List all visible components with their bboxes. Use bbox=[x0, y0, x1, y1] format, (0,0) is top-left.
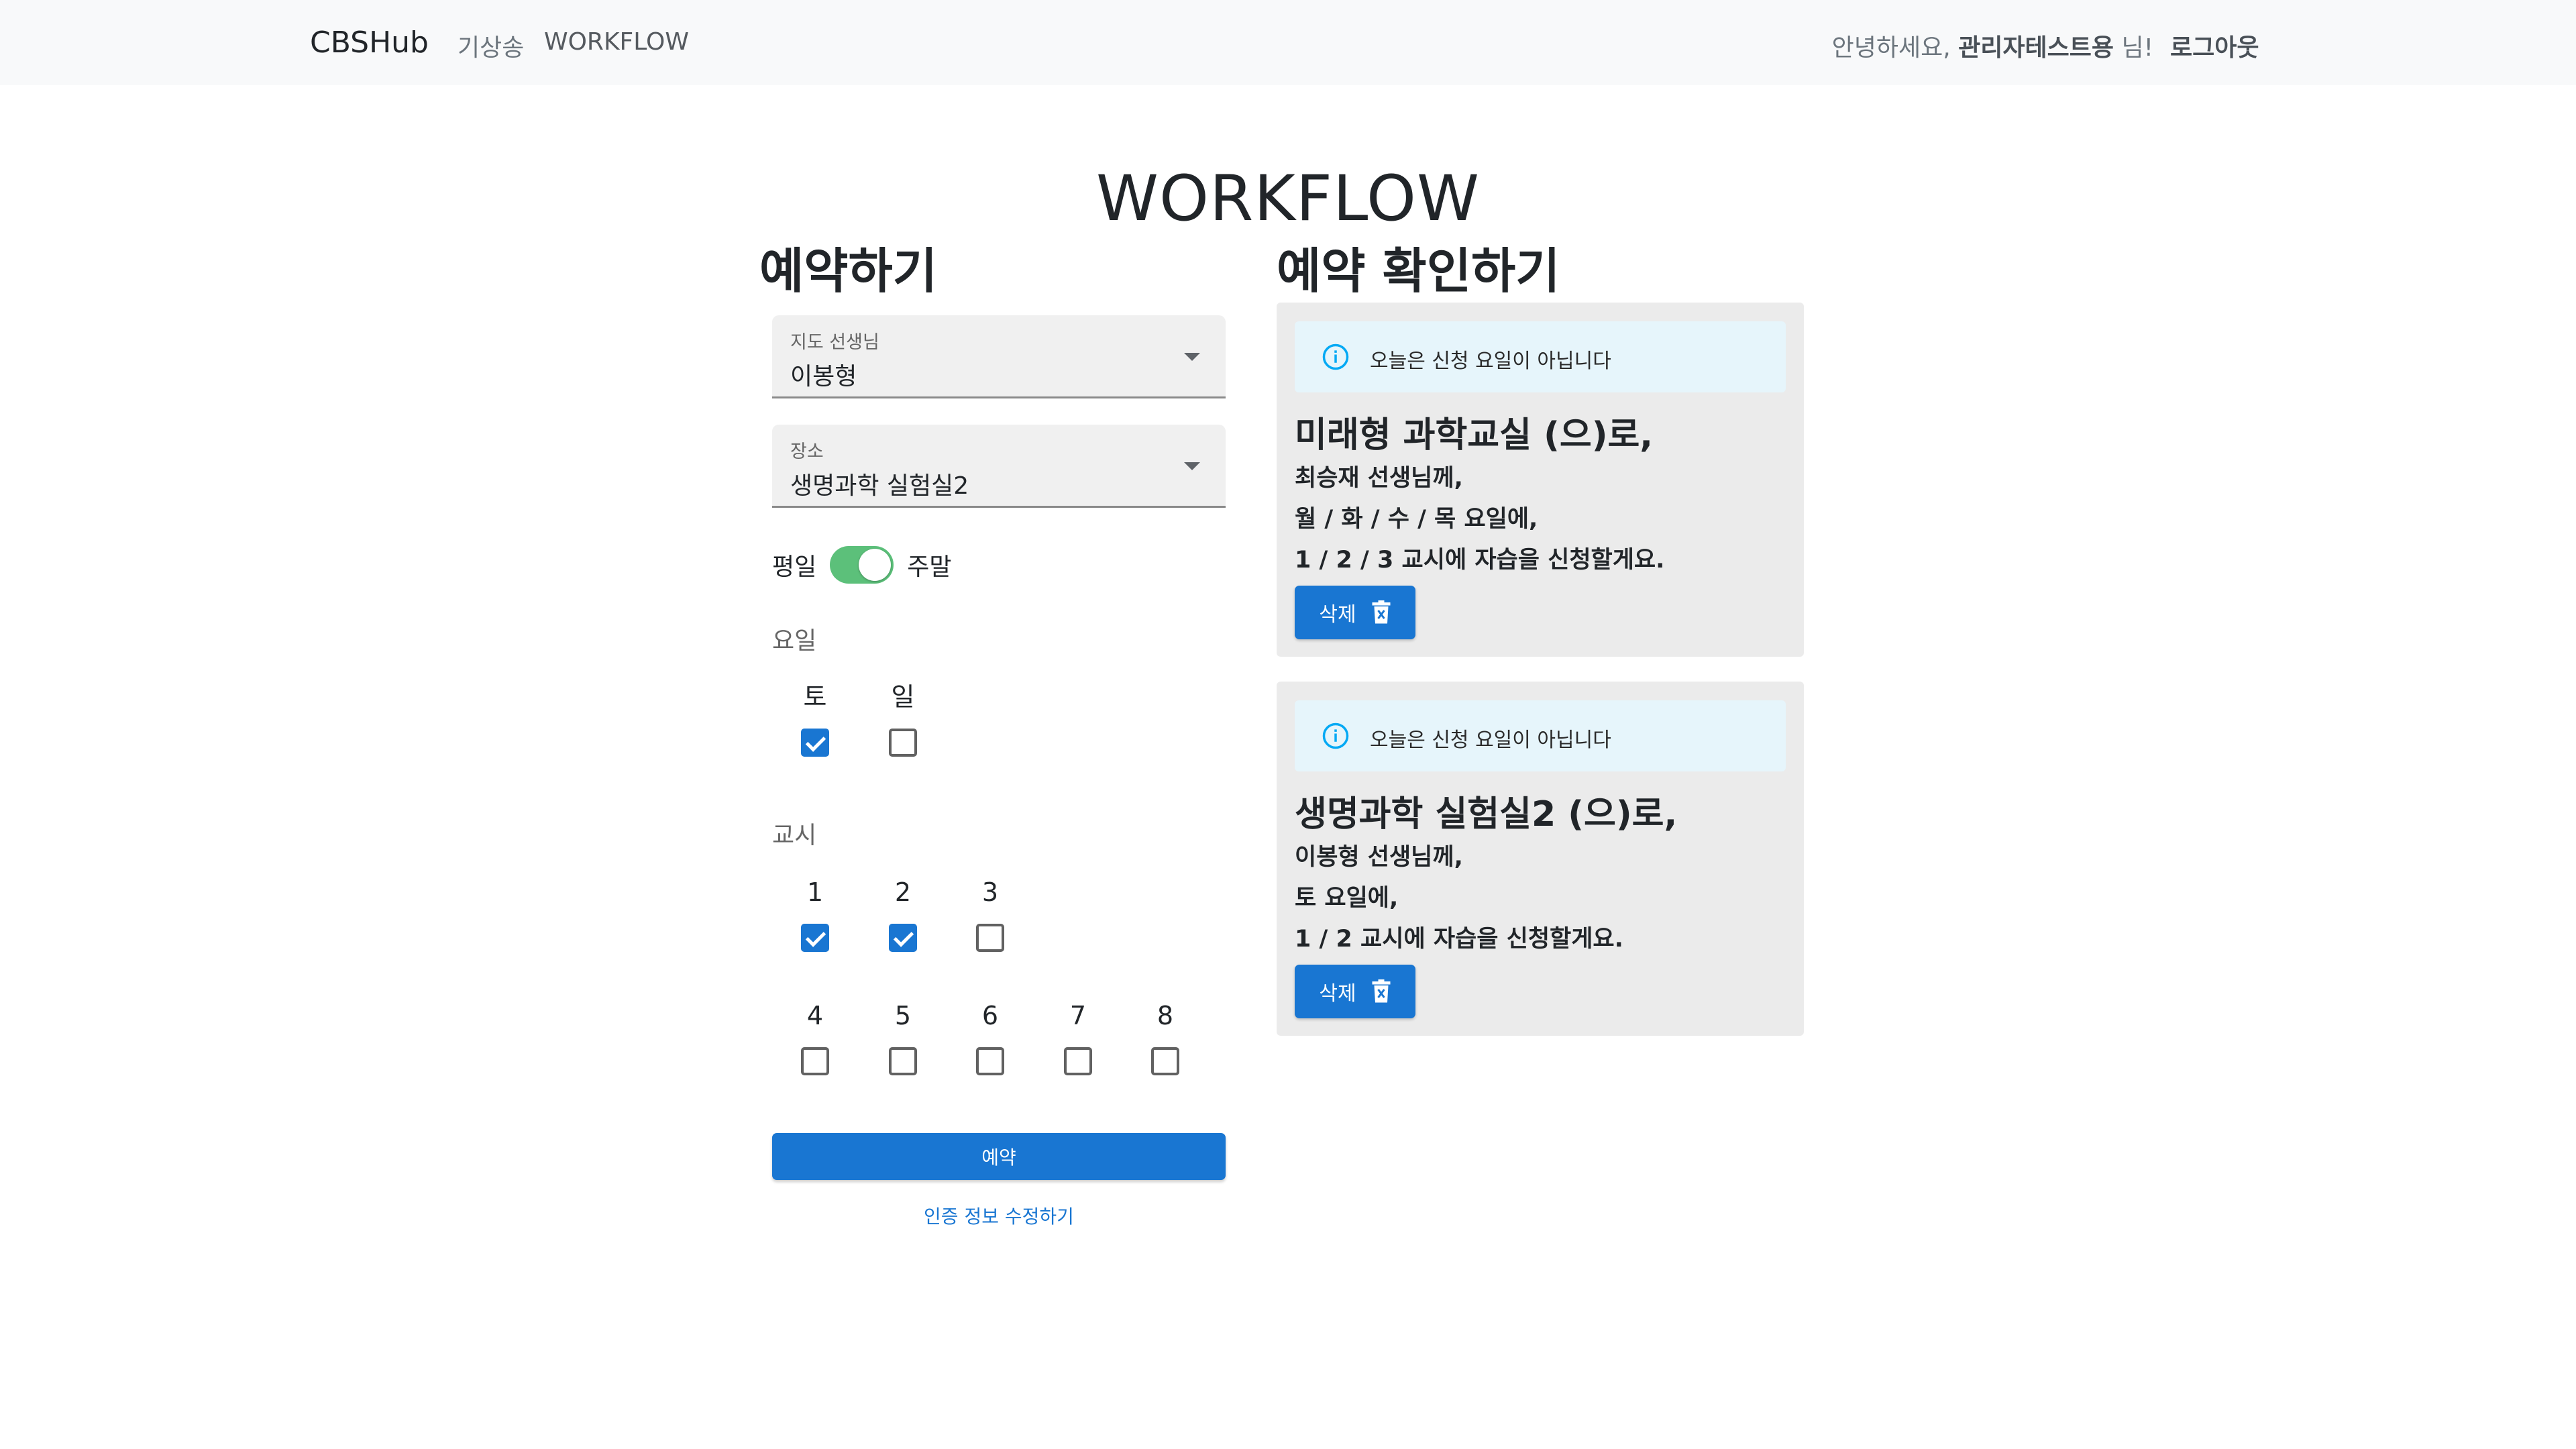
reservation-days: 월 / 화 / 수 / 목 요일에, bbox=[1295, 506, 1538, 533]
greeting-prefix: 안녕하세요, bbox=[1831, 34, 1959, 62]
nav-link-workflow[interactable]: WORKFLOW bbox=[544, 28, 689, 56]
period-label: 1 bbox=[806, 877, 824, 907]
days-label: 요일 bbox=[772, 627, 817, 655]
toggle-label-weekend: 주말 bbox=[907, 553, 952, 581]
toggle-knob bbox=[859, 549, 892, 581]
period-label: 8 bbox=[1157, 1001, 1174, 1030]
period-checkbox-1[interactable] bbox=[801, 924, 829, 952]
teacher-select[interactable]: 지도 선생님 이봉형 bbox=[772, 315, 1226, 398]
day-checkbox-sun[interactable] bbox=[889, 729, 917, 757]
period-checkbox-5[interactable] bbox=[889, 1047, 917, 1075]
place-select-label: 장소 bbox=[790, 441, 824, 462]
info-alert: 오늘은 신청 요일이 아닙니다 bbox=[1295, 321, 1786, 392]
dropdown-caret-icon bbox=[1184, 462, 1200, 470]
period-option-2: 2 bbox=[859, 875, 947, 952]
period-checkbox-2[interactable] bbox=[889, 924, 917, 952]
reservation-teacher: 이봉형 선생님께, bbox=[1295, 844, 1463, 871]
place-select-value: 생명과학 실험실2 bbox=[790, 472, 969, 500]
teacher-select-label: 지도 선생님 bbox=[790, 332, 879, 353]
reservation-place: 미래형 과학교실 (으)로, bbox=[1295, 415, 1654, 455]
period-label: 6 bbox=[981, 1001, 999, 1030]
delete-button-label: 삭제 bbox=[1319, 982, 1356, 1006]
period-option-8: 8 bbox=[1122, 999, 1209, 1075]
period-checkbox-8[interactable] bbox=[1151, 1047, 1179, 1075]
toggle-label-weekday: 평일 bbox=[772, 553, 817, 581]
period-option-7: 7 bbox=[1034, 999, 1122, 1075]
reservation-card: 오늘은 신청 요일이 아닙니다 미래형 과학교실 (으)로, 최승재 선생님께,… bbox=[1277, 303, 1804, 657]
period-label: 7 bbox=[1069, 1001, 1087, 1030]
user-greeting: 안녕하세요, 관리자테스트용 님! bbox=[1832, 28, 2153, 63]
edit-credentials-link[interactable]: 인증 정보 수정하기 bbox=[772, 1202, 1226, 1229]
period-option-1: 1 bbox=[771, 875, 859, 952]
period-option-4: 4 bbox=[771, 999, 859, 1075]
user-name: 관리자테스트용 bbox=[1958, 34, 2114, 62]
trash-icon bbox=[1372, 979, 1391, 1003]
place-select[interactable]: 장소 생명과학 실험실2 bbox=[772, 425, 1226, 508]
period-checkbox-4[interactable] bbox=[801, 1047, 829, 1075]
trash-icon bbox=[1372, 600, 1391, 624]
nav-link-wake-song[interactable]: 기상송 bbox=[458, 28, 524, 63]
day-checkbox-sat[interactable] bbox=[801, 729, 829, 757]
period-option-6: 6 bbox=[947, 999, 1034, 1075]
greeting-suffix: 님! bbox=[2114, 34, 2153, 62]
period-option-5: 5 bbox=[859, 999, 947, 1075]
reservation-periods: 1 / 2 / 3 교시에 자습을 신청할게요. bbox=[1295, 547, 1665, 574]
period-checkbox-3[interactable] bbox=[976, 924, 1004, 952]
delete-reservation-button[interactable]: 삭제 bbox=[1295, 965, 1415, 1018]
delete-reservation-button[interactable]: 삭제 bbox=[1295, 586, 1415, 639]
day-option-sun: 일 bbox=[859, 680, 947, 757]
alert-message: 오늘은 신청 요일이 아닙니다 bbox=[1370, 729, 1611, 752]
top-navbar: CBSHub 기상송 WORKFLOW 안녕하세요, 관리자테스트용 님! 로그… bbox=[0, 0, 2576, 85]
dropdown-caret-icon bbox=[1184, 353, 1200, 361]
periods-label: 교시 bbox=[772, 822, 817, 849]
reservation-periods: 1 / 2 교시에 자습을 신청할게요. bbox=[1295, 926, 1623, 953]
period-label: 5 bbox=[894, 1001, 912, 1030]
reservation-place: 생명과학 실험실2 (으)로, bbox=[1295, 794, 1678, 835]
period-label: 3 bbox=[981, 877, 999, 907]
period-option-3: 3 bbox=[947, 875, 1034, 952]
logout-link[interactable]: 로그아웃 bbox=[2170, 28, 2259, 63]
period-label: 4 bbox=[806, 1001, 824, 1030]
reserve-submit-button[interactable]: 예약 bbox=[772, 1133, 1226, 1180]
reservation-days: 토 요일에, bbox=[1295, 885, 1399, 912]
day-label: 토 bbox=[803, 682, 827, 712]
page-title: WORKFLOW bbox=[1096, 162, 1480, 235]
info-icon bbox=[1322, 722, 1349, 749]
period-checkbox-6[interactable] bbox=[976, 1047, 1004, 1075]
weekday-weekend-toggle-row: 평일 주말 bbox=[772, 545, 952, 585]
info-alert: 오늘은 신청 요일이 아닙니다 bbox=[1295, 700, 1786, 771]
day-option-sat: 토 bbox=[771, 680, 859, 757]
reserve-heading: 예약하기 bbox=[759, 243, 937, 299]
period-checkbox-7[interactable] bbox=[1064, 1047, 1092, 1075]
delete-button-label: 삭제 bbox=[1319, 603, 1356, 627]
day-label: 일 bbox=[891, 682, 915, 712]
alert-message: 오늘은 신청 요일이 아닙니다 bbox=[1370, 350, 1611, 373]
weekend-toggle-switch[interactable] bbox=[830, 546, 894, 584]
info-icon bbox=[1322, 343, 1349, 370]
reservation-teacher: 최승재 선생님께, bbox=[1295, 465, 1463, 492]
brand-link[interactable]: CBSHub bbox=[310, 25, 429, 60]
reservation-card: 오늘은 신청 요일이 아닙니다 생명과학 실험실2 (으)로, 이봉형 선생님께… bbox=[1277, 682, 1804, 1036]
period-label: 2 bbox=[894, 877, 912, 907]
confirm-heading: 예약 확인하기 bbox=[1277, 243, 1560, 299]
teacher-select-value: 이봉형 bbox=[790, 363, 857, 390]
